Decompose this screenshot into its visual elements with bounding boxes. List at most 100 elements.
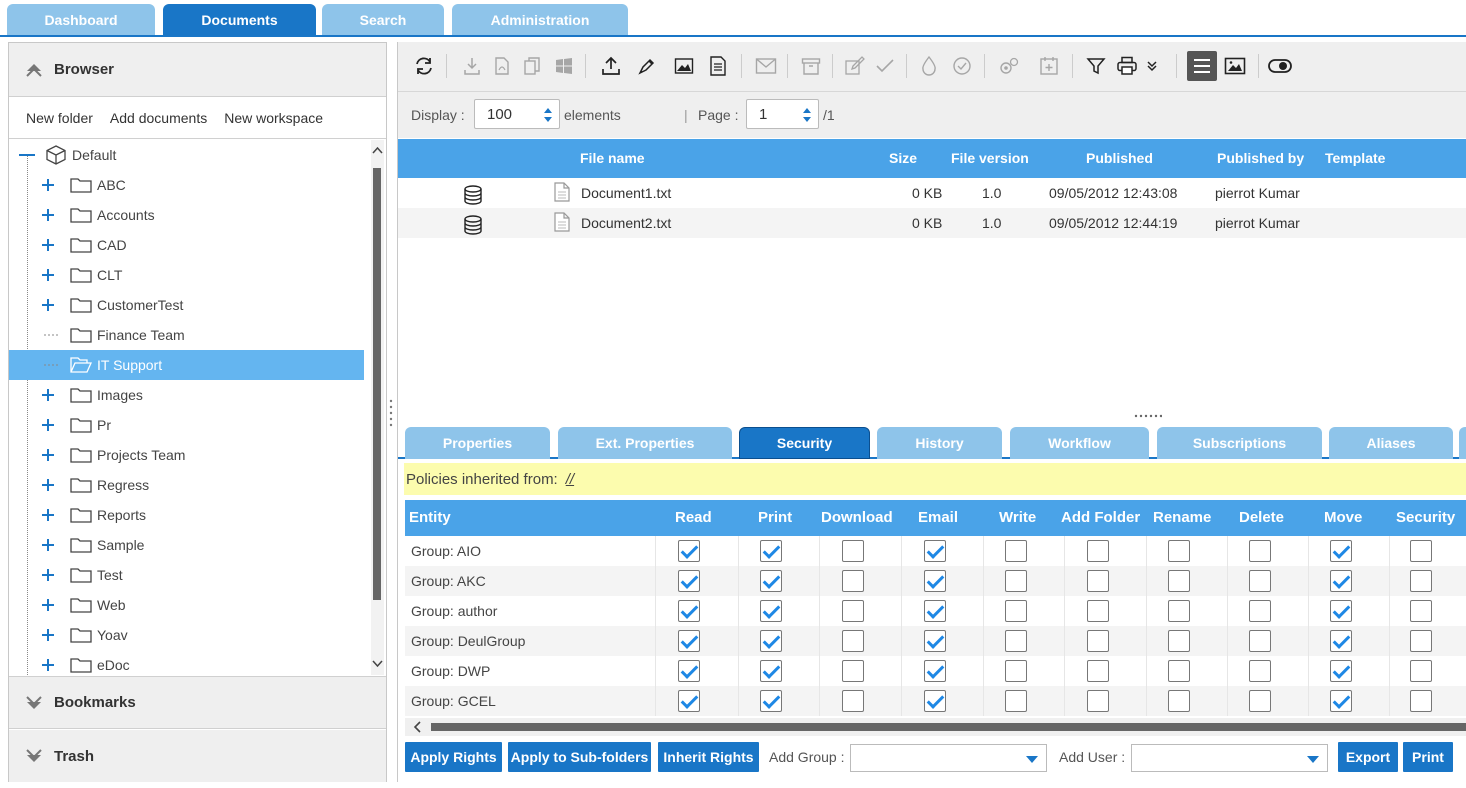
expand-plus-icon[interactable] bbox=[42, 509, 54, 521]
right-checkbox[interactable] bbox=[1087, 570, 1109, 592]
tree-item[interactable]: CustomerTest bbox=[9, 290, 364, 320]
col-template[interactable]: Template bbox=[1325, 150, 1385, 166]
col-published[interactable]: Published bbox=[1086, 150, 1153, 166]
col-add-folder[interactable]: Add Folder bbox=[1061, 509, 1140, 526]
print-button[interactable]: Print bbox=[1403, 742, 1453, 772]
scroll-down-icon[interactable] bbox=[372, 660, 383, 668]
tab-search[interactable]: Search bbox=[322, 4, 444, 35]
tab-dashboard[interactable]: Dashboard bbox=[7, 4, 155, 35]
tab-workflow[interactable]: Workflow bbox=[1010, 427, 1149, 459]
right-checkbox[interactable] bbox=[842, 690, 864, 712]
right-checkbox[interactable] bbox=[1168, 600, 1190, 622]
tree-item[interactable]: Web bbox=[9, 590, 364, 620]
right-checkbox[interactable] bbox=[1005, 570, 1027, 592]
col-entity[interactable]: Entity bbox=[409, 509, 451, 526]
refresh-button[interactable] bbox=[410, 51, 438, 81]
col-rename[interactable]: Rename bbox=[1153, 509, 1211, 526]
right-checkbox[interactable] bbox=[1249, 540, 1271, 562]
tree-item[interactable]: Test bbox=[9, 560, 364, 590]
preview-toggle-button[interactable] bbox=[1266, 51, 1294, 81]
tab-properties[interactable]: Properties bbox=[405, 427, 550, 459]
right-checkbox[interactable] bbox=[1249, 660, 1271, 682]
browser-header[interactable]: Browser bbox=[9, 43, 386, 97]
right-checkbox[interactable] bbox=[1087, 540, 1109, 562]
right-checkbox[interactable] bbox=[1249, 630, 1271, 652]
tree-item[interactable]: ABC bbox=[9, 170, 364, 200]
filter-button[interactable] bbox=[1082, 51, 1110, 81]
col-move[interactable]: Move bbox=[1324, 509, 1362, 526]
col-read[interactable]: Read bbox=[675, 509, 712, 526]
page-input[interactable]: 1 bbox=[746, 99, 819, 129]
tree-item[interactable]: Finance Team bbox=[9, 320, 364, 350]
right-checkbox[interactable] bbox=[678, 570, 700, 592]
hscroll-thumb[interactable] bbox=[431, 723, 1466, 731]
right-checkbox[interactable] bbox=[1087, 600, 1109, 622]
right-checkbox[interactable] bbox=[760, 660, 782, 682]
tree-scrollbar[interactable] bbox=[371, 140, 384, 675]
more-button[interactable] bbox=[1142, 51, 1162, 81]
mail-button[interactable] bbox=[752, 51, 780, 81]
right-checkbox[interactable] bbox=[1168, 660, 1190, 682]
tree-scroll-thumb[interactable] bbox=[373, 168, 381, 600]
tree-item[interactable]: Regress bbox=[9, 470, 364, 500]
bookmarks-header[interactable]: Bookmarks bbox=[9, 676, 386, 729]
right-checkbox[interactable] bbox=[1087, 630, 1109, 652]
right-checkbox[interactable] bbox=[1410, 600, 1432, 622]
export-button[interactable]: Export bbox=[1338, 742, 1398, 772]
file-row[interactable]: Document2.txt 0 KB 1.0 09/05/2012 12:44:19 p… bbox=[398, 208, 1466, 238]
col-security[interactable]: Security bbox=[1396, 509, 1455, 526]
copy-button[interactable] bbox=[518, 51, 546, 81]
inherited-path-link[interactable]: // bbox=[566, 471, 574, 488]
right-checkbox[interactable] bbox=[1410, 660, 1432, 682]
trash-header[interactable]: Trash bbox=[9, 730, 386, 782]
tab-documents[interactable]: Documents bbox=[163, 4, 316, 35]
settings-button[interactable] bbox=[995, 51, 1023, 81]
right-checkbox[interactable] bbox=[1005, 630, 1027, 652]
tree-item[interactable]: Yoav bbox=[9, 620, 364, 650]
right-checkbox[interactable] bbox=[1330, 660, 1352, 682]
new-folder-link[interactable]: New folder bbox=[26, 110, 93, 126]
right-checkbox[interactable] bbox=[1005, 660, 1027, 682]
expand-plus-icon[interactable] bbox=[42, 539, 54, 551]
tree-item[interactable]: CAD bbox=[9, 230, 364, 260]
right-checkbox[interactable] bbox=[924, 570, 946, 592]
right-checkbox[interactable] bbox=[1410, 690, 1432, 712]
right-checkbox[interactable] bbox=[842, 570, 864, 592]
apply-rights-button[interactable]: Apply Rights bbox=[405, 742, 502, 772]
list-view-button[interactable] bbox=[1187, 51, 1217, 81]
scroll-up-icon[interactable] bbox=[372, 146, 383, 154]
expand-plus-icon[interactable] bbox=[42, 449, 54, 461]
scroll-left-icon[interactable] bbox=[413, 721, 421, 733]
right-checkbox[interactable] bbox=[924, 690, 946, 712]
right-checkbox[interactable] bbox=[678, 690, 700, 712]
thumbnail-view-button[interactable] bbox=[1221, 51, 1249, 81]
right-checkbox[interactable] bbox=[760, 540, 782, 562]
tab-overflow[interactable] bbox=[1459, 427, 1466, 459]
tree-root[interactable]: Default bbox=[9, 140, 364, 170]
right-checkbox[interactable] bbox=[1005, 690, 1027, 712]
tab-history[interactable]: History bbox=[877, 427, 1002, 459]
right-checkbox[interactable] bbox=[760, 600, 782, 622]
tree-item[interactable]: Reports bbox=[9, 500, 364, 530]
right-checkbox[interactable] bbox=[924, 630, 946, 652]
right-checkbox[interactable] bbox=[924, 540, 946, 562]
expand-plus-icon[interactable] bbox=[42, 659, 54, 671]
right-checkbox[interactable] bbox=[924, 660, 946, 682]
right-checkbox[interactable] bbox=[1249, 690, 1271, 712]
right-checkbox[interactable] bbox=[760, 570, 782, 592]
right-checkbox[interactable] bbox=[1330, 600, 1352, 622]
right-checkbox[interactable] bbox=[1410, 570, 1432, 592]
expand-plus-icon[interactable] bbox=[42, 569, 54, 581]
right-checkbox[interactable] bbox=[842, 540, 864, 562]
tab-ext-properties[interactable]: Ext. Properties bbox=[558, 427, 732, 459]
approve-button[interactable] bbox=[948, 51, 976, 81]
right-checkbox[interactable] bbox=[1249, 600, 1271, 622]
expand-plus-icon[interactable] bbox=[42, 479, 54, 491]
right-checkbox[interactable] bbox=[1330, 540, 1352, 562]
right-checkbox[interactable] bbox=[1410, 630, 1432, 652]
right-checkbox[interactable] bbox=[1410, 540, 1432, 562]
upload-button[interactable] bbox=[597, 51, 625, 81]
col-email[interactable]: Email bbox=[918, 509, 958, 526]
tree-item[interactable]: Pr bbox=[9, 410, 364, 440]
edit-button[interactable] bbox=[841, 51, 869, 81]
